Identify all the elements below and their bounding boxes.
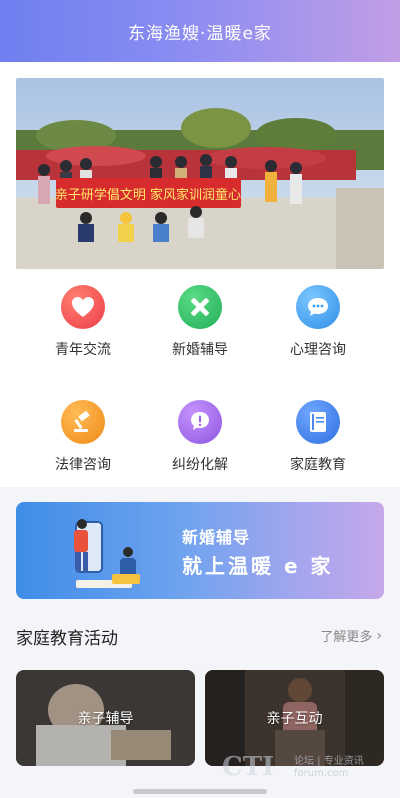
service-psychological-counseling[interactable]: 心理咨询 — [263, 285, 373, 359]
watermark-line1: 论坛 | 专业资讯 — [294, 756, 364, 767]
chevron-right-icon: › — [376, 627, 382, 644]
app-header: 东海渔嫂·温暖e家 — [0, 0, 400, 62]
header-title: 东海渔嫂·温暖e家 — [128, 23, 272, 44]
activity-card-parent-child-guidance[interactable]: 亲子辅导 — [16, 670, 195, 766]
promo-line1: 新婚辅导 — [182, 528, 251, 547]
gavel-icon — [61, 400, 105, 444]
learn-more-link[interactable]: 了解更多 › — [320, 626, 382, 646]
banner-caption: 亲子研学倡文明 家风家训润童心 — [55, 187, 241, 203]
service-label: 家庭教育 — [290, 457, 346, 473]
service-legal-consultation[interactable]: 法律咨询 — [28, 400, 138, 474]
promo-line2: 就上温暖 e 家 — [182, 554, 334, 578]
cross-icon — [178, 285, 222, 329]
watermark-brand: CTI — [222, 752, 275, 782]
watermark-text: 论坛 | 专业资讯 forum.com — [294, 756, 364, 780]
banner-photo[interactable]: 亲子研学倡文明 家风家训润童心 — [16, 78, 384, 269]
home-indicator[interactable] — [133, 789, 267, 794]
service-label: 青年交流 — [55, 342, 111, 358]
service-label: 心理咨询 — [290, 342, 346, 358]
chat-bubble-icon — [296, 285, 340, 329]
activities-title: 家庭教育活动 — [16, 629, 118, 649]
service-newlywed-guidance[interactable]: 新婚辅导 — [145, 285, 255, 359]
heart-icon — [61, 285, 105, 329]
promo-illustration — [74, 519, 140, 588]
service-label: 新婚辅导 — [172, 342, 228, 358]
promo-banner[interactable]: 新婚辅导 就上温暖 e 家 — [16, 502, 384, 599]
service-label: 法律咨询 — [55, 457, 111, 473]
service-label: 纠纷化解 — [172, 457, 228, 473]
card-label: 亲子辅导 — [77, 711, 134, 727]
learn-more-label: 了解更多 — [320, 630, 373, 645]
service-youth-exchange[interactable]: 青年交流 — [28, 285, 138, 359]
service-family-education[interactable]: 家庭教育 — [263, 400, 373, 474]
watermark-line2: forum.com — [294, 768, 349, 779]
dispute-bubble-icon — [178, 400, 222, 444]
book-icon — [296, 400, 340, 444]
banner-photo-illustration: 亲子研学倡文明 家风家训润童心 — [16, 78, 384, 269]
service-dispute-resolution[interactable]: 纠纷化解 — [145, 400, 255, 474]
